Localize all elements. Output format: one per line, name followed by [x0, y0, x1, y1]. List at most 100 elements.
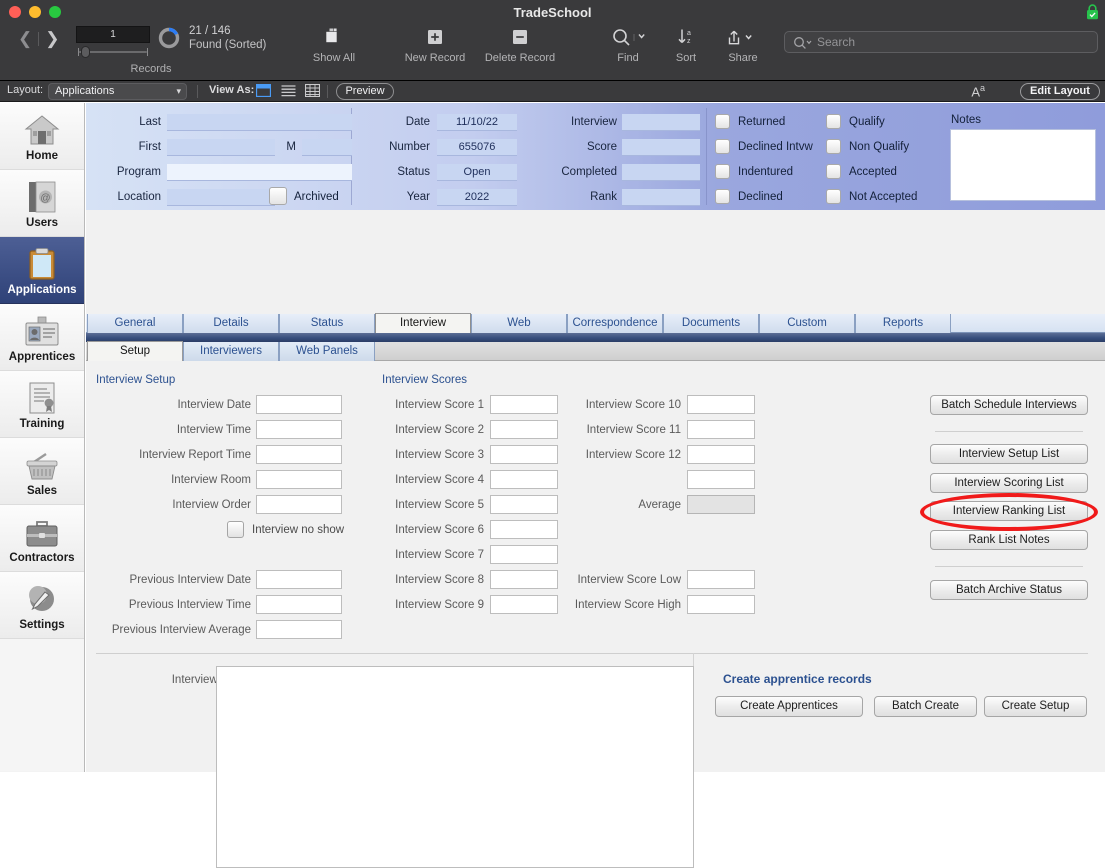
- tab-details[interactable]: Details: [183, 314, 279, 333]
- rank-list-notes-button[interactable]: Rank List Notes: [930, 530, 1088, 550]
- header-notes-field[interactable]: [950, 129, 1096, 201]
- previous-record-button[interactable]: ❮: [18, 30, 32, 47]
- interview-score-10-input[interactable]: [687, 395, 755, 414]
- indentured-label: Indentured: [738, 166, 793, 178]
- rank-field[interactable]: [622, 189, 700, 206]
- archived-checkbox[interactable]: [269, 187, 287, 205]
- number-field[interactable]: 655076: [437, 139, 517, 156]
- qualify-checkbox[interactable]: [826, 114, 841, 129]
- tab-correspondence[interactable]: Correspondence: [567, 314, 663, 333]
- date-field[interactable]: 11/10/22: [437, 114, 517, 131]
- interview-notes-input[interactable]: [216, 666, 694, 868]
- new-record-button[interactable]: New Record: [399, 26, 471, 64]
- tab-documents[interactable]: Documents: [663, 314, 759, 333]
- accepted-checkbox[interactable]: [826, 164, 841, 179]
- interview-score-12-input[interactable]: [687, 445, 755, 464]
- interview-no-show-label: Interview no show: [252, 524, 345, 536]
- rank-label: Rank: [590, 191, 617, 203]
- subtab-interviewers[interactable]: Interviewers: [183, 342, 279, 361]
- interview-time-input[interactable]: [256, 420, 342, 439]
- middle-initial-field[interactable]: [302, 139, 352, 156]
- list-view-icon[interactable]: [281, 84, 296, 97]
- returned-checkbox[interactable]: [715, 114, 730, 129]
- sidebar-item-contractors[interactable]: Contractors: [0, 505, 84, 572]
- found-set-pie-icon[interactable]: [157, 26, 181, 50]
- last-field[interactable]: [167, 114, 352, 131]
- tab-web[interactable]: Web: [471, 314, 567, 333]
- record-number-input[interactable]: 1: [76, 26, 150, 43]
- interview-setup-list-button[interactable]: Interview Setup List: [930, 444, 1088, 464]
- completed-field[interactable]: [622, 164, 700, 181]
- sidebar-item-sales[interactable]: Sales: [0, 438, 84, 505]
- interview-room-input[interactable]: [256, 470, 342, 489]
- preview-button[interactable]: Preview: [336, 83, 394, 100]
- sidebar-item-apprentices[interactable]: Apprentices: [0, 304, 84, 371]
- sidebar-item-home[interactable]: Home: [0, 103, 84, 170]
- batch-schedule-interviews-button[interactable]: Batch Schedule Interviews: [930, 395, 1088, 415]
- year-field[interactable]: 2022: [437, 189, 517, 206]
- sidebar-item-users[interactable]: @ Users: [0, 170, 84, 237]
- layout-label: Layout:: [7, 84, 44, 96]
- location-field[interactable]: [167, 189, 275, 206]
- status-field[interactable]: Open: [437, 164, 517, 181]
- next-record-button[interactable]: ❯: [45, 30, 59, 47]
- form-view-icon[interactable]: [255, 83, 272, 98]
- tab-interview[interactable]: Interview: [375, 313, 471, 333]
- sidebar-item-settings[interactable]: Settings: [0, 572, 84, 639]
- show-all-button[interactable]: Show All: [298, 26, 370, 64]
- interview-ranking-list-button[interactable]: Interview Ranking List: [930, 501, 1088, 521]
- search-input[interactable]: Search: [784, 31, 1098, 53]
- text-size-icon[interactable]: Aa: [971, 83, 985, 99]
- delete-record-button[interactable]: Delete Record: [480, 26, 560, 64]
- declined-intvw-checkbox[interactable]: [715, 139, 730, 154]
- interview-order-input[interactable]: [256, 495, 342, 514]
- interview-field[interactable]: [622, 114, 700, 131]
- non-qualify-label: Non Qualify: [849, 141, 910, 153]
- secondary-tab-bar: Setup Interviewers Web Panels: [86, 341, 1105, 361]
- interview-report-time-input[interactable]: [256, 445, 342, 464]
- create-setup-button[interactable]: Create Setup: [984, 696, 1087, 717]
- non-qualify-checkbox[interactable]: [826, 139, 841, 154]
- interview-date-input[interactable]: [256, 395, 342, 414]
- indentured-checkbox[interactable]: [715, 164, 730, 179]
- interview-score-low-input[interactable]: [687, 570, 755, 589]
- interview-score-5-input[interactable]: [490, 495, 558, 514]
- sort-button[interactable]: a z Sort: [656, 26, 716, 64]
- interview-score-6-input[interactable]: [490, 520, 558, 539]
- program-field[interactable]: [167, 164, 352, 181]
- not-accepted-checkbox[interactable]: [826, 189, 841, 204]
- interview-scoring-list-button[interactable]: Interview Scoring List: [930, 473, 1088, 493]
- tab-status[interactable]: Status: [279, 314, 375, 333]
- subtab-web-panels[interactable]: Web Panels: [279, 342, 375, 361]
- declined-checkbox[interactable]: [715, 189, 730, 204]
- interview-score-high-input[interactable]: [687, 595, 755, 614]
- table-view-icon[interactable]: [304, 83, 321, 98]
- tab-general[interactable]: General: [87, 314, 183, 333]
- sidebar-item-applications[interactable]: Applications: [0, 237, 84, 304]
- tab-custom[interactable]: Custom: [759, 314, 855, 333]
- score-field[interactable]: [622, 139, 700, 156]
- previous-interview-time-input[interactable]: [256, 595, 342, 614]
- find-button[interactable]: Find: [596, 26, 660, 64]
- interview-time-label: Interview Time: [176, 424, 251, 436]
- interview-no-show-checkbox[interactable]: [227, 521, 244, 538]
- first-field[interactable]: [167, 139, 275, 156]
- sidebar-item-training[interactable]: Training: [0, 371, 84, 438]
- batch-create-button[interactable]: Batch Create: [874, 696, 977, 717]
- interview-score-7-input[interactable]: [490, 545, 558, 564]
- subtab-setup[interactable]: Setup: [87, 341, 183, 361]
- batch-archive-status-button[interactable]: Batch Archive Status: [930, 580, 1088, 600]
- layout-select[interactable]: Applications ▾: [48, 83, 187, 100]
- record-slider[interactable]: [76, 45, 150, 58]
- create-apprentices-button[interactable]: Create Apprentices: [715, 696, 863, 717]
- interview-score-extra-input[interactable]: [687, 470, 755, 489]
- tab-reports[interactable]: Reports: [855, 314, 951, 333]
- interview-score-11-input[interactable]: [687, 420, 755, 439]
- edit-layout-button[interactable]: Edit Layout: [1020, 83, 1100, 100]
- share-button[interactable]: Share: [712, 26, 774, 64]
- interview-score-8-label: Interview Score 8: [395, 574, 484, 586]
- interview-score-4-input[interactable]: [490, 470, 558, 489]
- previous-interview-date-input[interactable]: [256, 570, 342, 589]
- previous-interview-average-input[interactable]: [256, 620, 342, 639]
- record-slider-knob[interactable]: [81, 46, 90, 58]
